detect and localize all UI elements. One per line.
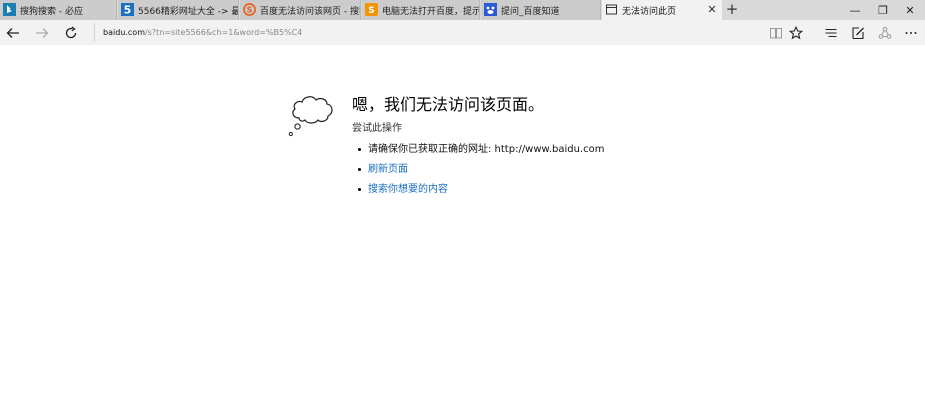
suggestion-list: 请确保你已获取正确的网址: http://www.baidu.com 刷新页面 …: [358, 143, 604, 203]
tab-title: 电脑无法打开百度，提示'该: [382, 7, 480, 17]
address-toolbar: baidu.com/s?tn=site5566&ch=1&word=%B5%C4: [0, 20, 925, 45]
close-tab-icon[interactable]: ✕: [706, 3, 718, 16]
share-icon: [878, 26, 892, 39]
refresh-button[interactable]: [61, 23, 81, 43]
bing-icon: [3, 3, 16, 16]
tab-sogou-baidu-error[interactable]: S 百度无法访问该网页 - 搜狗: [240, 0, 361, 20]
svg-text:S: S: [247, 6, 253, 15]
reading-view-icon: [770, 28, 782, 39]
web-note-icon: [852, 27, 864, 40]
back-arrow-icon: [6, 28, 19, 38]
favorite-button[interactable]: [786, 23, 806, 43]
reading-view-button[interactable]: [766, 23, 786, 43]
tab-bing-search[interactable]: 搜狗搜索 - 必应: [0, 0, 117, 20]
cloud-icon: [288, 96, 333, 137]
sogou-icon: S: [243, 3, 256, 16]
tab-active-error-page[interactable]: 无法访问此页 ✕: [602, 0, 722, 20]
5566-icon: 5: [121, 3, 134, 16]
hub-button[interactable]: [821, 23, 841, 43]
new-tab-button[interactable]: +: [723, 0, 741, 20]
refresh-icon: [65, 26, 77, 39]
close-window-button[interactable]: ✕: [895, 0, 925, 20]
web-note-button[interactable]: [848, 23, 868, 43]
forward-arrow-icon: [36, 28, 49, 38]
baidu-zhidao-icon: [484, 3, 497, 16]
tab-title: 无法访问此页: [622, 7, 677, 17]
error-heading: 嗯，我们无法访问该页面。: [352, 95, 545, 114]
page-icon: [606, 4, 617, 15]
forward-button[interactable]: [32, 23, 52, 43]
url-host: baidu.com: [103, 28, 145, 37]
share-button[interactable]: [875, 23, 895, 43]
svg-text:5: 5: [124, 4, 132, 17]
hub-icon: [825, 28, 837, 38]
refresh-page-link[interactable]: 刷新页面: [358, 163, 604, 183]
back-button[interactable]: [3, 23, 23, 43]
search-content-link[interactable]: 搜索你想要的内容: [358, 183, 604, 203]
tab-baidu-zhidao[interactable]: 提问_百度知道: [481, 0, 601, 20]
tab-title: 提问_百度知道: [501, 7, 560, 17]
tab-strip: 搜狗搜索 - 必应 5 5566精彩网址大全 -> 最早 S 百度无法访问该网页…: [0, 0, 925, 20]
tab-computer-cannot-open[interactable]: S 电脑无法打开百度，提示'该: [362, 0, 480, 20]
tab-5566[interactable]: 5 5566精彩网址大全 -> 最早: [118, 0, 239, 20]
restore-button[interactable]: ❐: [868, 0, 898, 20]
address-bar[interactable]: baidu.com/s?tn=site5566&ch=1&word=%B5%C4: [94, 23, 754, 42]
suggestion-check-url: 请确保你已获取正确的网址: http://www.baidu.com: [358, 143, 604, 163]
sogou-s-icon: S: [365, 3, 378, 16]
more-icon: [905, 32, 917, 34]
error-subheading: 尝试此操作: [352, 123, 402, 134]
tab-title: 百度无法访问该网页 - 搜狗: [260, 7, 361, 17]
url-path: /s?tn=site5566&ch=1&word=%B5%C4: [144, 28, 303, 37]
star-icon: [789, 26, 803, 40]
minimize-button[interactable]: —: [840, 0, 870, 20]
svg-text:S: S: [368, 6, 374, 16]
tab-title: 搜狗搜索 - 必应: [20, 7, 83, 17]
more-button[interactable]: [901, 23, 921, 43]
tab-title: 5566精彩网址大全 -> 最早: [138, 7, 239, 17]
